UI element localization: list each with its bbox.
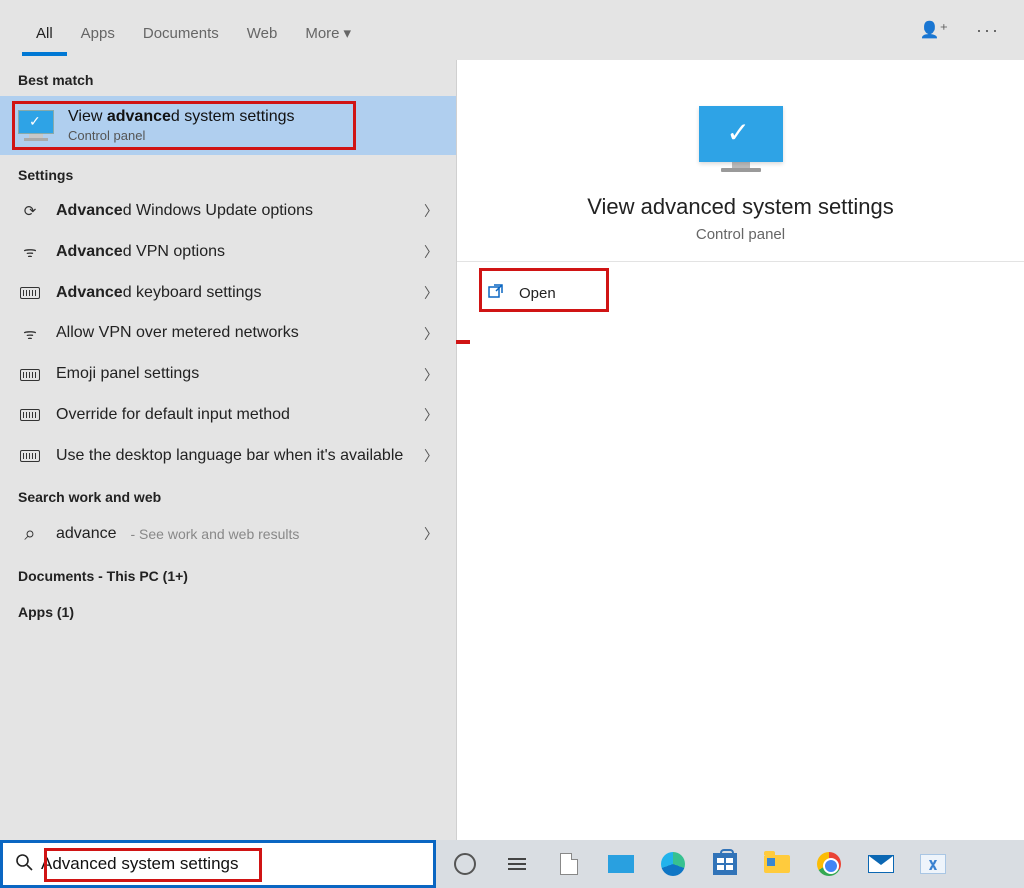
- section-documents[interactable]: Documents - This PC (1+): [0, 556, 456, 592]
- chevron-right-icon: 〉: [424, 405, 438, 425]
- sync-icon: [18, 202, 42, 220]
- settings-item-label: Advanced Windows Update options: [56, 201, 410, 222]
- monitor-check-icon: [18, 110, 54, 142]
- keyboard-icon: [18, 450, 42, 462]
- tab-documents[interactable]: Documents: [129, 5, 233, 56]
- chevron-right-icon: 〉: [424, 201, 438, 221]
- settings-item-label: Advanced keyboard settings: [56, 283, 410, 304]
- tab-web[interactable]: Web: [233, 5, 292, 56]
- settings-item[interactable]: Override for default input method 〉: [0, 395, 456, 436]
- chevron-right-icon: 〉: [424, 283, 438, 303]
- section-settings: Settings: [0, 155, 456, 191]
- cortana-button[interactable]: [444, 844, 486, 884]
- chevron-right-icon: 〉: [424, 524, 438, 544]
- taskbar-display-settings[interactable]: [600, 844, 642, 884]
- tab-more[interactable]: More▾: [291, 4, 365, 56]
- section-best-match: Best match: [0, 60, 456, 96]
- section-search-web: Search work and web: [0, 477, 456, 513]
- task-view-button[interactable]: [496, 844, 538, 884]
- chevron-down-icon: ▾: [344, 24, 352, 42]
- results-list: Best match View advanced system settings…: [0, 60, 456, 840]
- settings-item[interactable]: Advanced keyboard settings 〉: [0, 273, 456, 314]
- taskbar-monitor-app[interactable]: [912, 844, 954, 884]
- settings-item-label: Allow VPN over metered networks: [56, 323, 410, 344]
- taskbar-libreoffice[interactable]: [548, 844, 590, 884]
- open-button[interactable]: Open: [457, 268, 1024, 318]
- keyboard-icon: [18, 287, 42, 299]
- search-input[interactable]: [41, 843, 421, 885]
- best-match-item[interactable]: View advanced system settings Control pa…: [0, 96, 456, 155]
- settings-item-label: Use the desktop language bar when it's a…: [56, 446, 410, 467]
- people-icon[interactable]: [920, 20, 948, 40]
- annotation-highlight: [456, 340, 470, 344]
- taskbar-edge[interactable]: [652, 844, 694, 884]
- settings-item[interactable]: Advanced Windows Update options 〉: [0, 191, 456, 232]
- best-match-title: View advanced system settings: [68, 108, 295, 126]
- settings-item-label: Override for default input method: [56, 405, 410, 426]
- preview-pane: View advanced system settings Control pa…: [456, 60, 1024, 840]
- taskbar-file-explorer[interactable]: [756, 844, 798, 884]
- tab-all[interactable]: All: [22, 5, 67, 56]
- chevron-right-icon: 〉: [424, 324, 438, 344]
- keyboard-icon: [18, 369, 42, 381]
- chevron-right-icon: 〉: [424, 365, 438, 385]
- vpn-icon: [18, 324, 42, 344]
- keyboard-icon: [18, 409, 42, 421]
- search-icon: [15, 853, 33, 876]
- best-match-subtitle: Control panel: [68, 128, 295, 143]
- taskbar-store[interactable]: [704, 844, 746, 884]
- monitor-check-icon: [699, 106, 783, 180]
- web-hint: - See work and web results: [131, 526, 300, 542]
- vpn-icon: [18, 242, 42, 262]
- more-options-icon[interactable]: ···: [976, 20, 1000, 41]
- preview-subtitle: Control panel: [477, 226, 1004, 243]
- taskbar: [436, 840, 1024, 888]
- search-tabs: All Apps Documents Web More▾ ···: [0, 0, 1024, 60]
- section-apps[interactable]: Apps (1): [0, 592, 456, 628]
- taskbar-mail[interactable]: [860, 844, 902, 884]
- search-icon: [18, 523, 42, 546]
- taskbar-chrome[interactable]: [808, 844, 850, 884]
- settings-item-label: Emoji panel settings: [56, 364, 410, 385]
- web-term: advance: [56, 525, 117, 543]
- search-box[interactable]: [0, 840, 436, 888]
- web-result-item[interactable]: advance - See work and web results 〉: [0, 513, 456, 556]
- settings-item[interactable]: Advanced VPN options 〉: [0, 232, 456, 273]
- settings-item[interactable]: Emoji panel settings 〉: [0, 354, 456, 395]
- tab-apps[interactable]: Apps: [67, 5, 129, 56]
- settings-item[interactable]: Allow VPN over metered networks 〉: [0, 313, 456, 354]
- settings-item-label: Advanced VPN options: [56, 242, 410, 263]
- settings-item[interactable]: Use the desktop language bar when it's a…: [0, 436, 456, 477]
- open-icon: [487, 282, 505, 304]
- chevron-right-icon: 〉: [424, 446, 438, 466]
- preview-title: View advanced system settings: [477, 194, 1004, 220]
- open-label: Open: [519, 285, 556, 302]
- chevron-right-icon: 〉: [424, 242, 438, 262]
